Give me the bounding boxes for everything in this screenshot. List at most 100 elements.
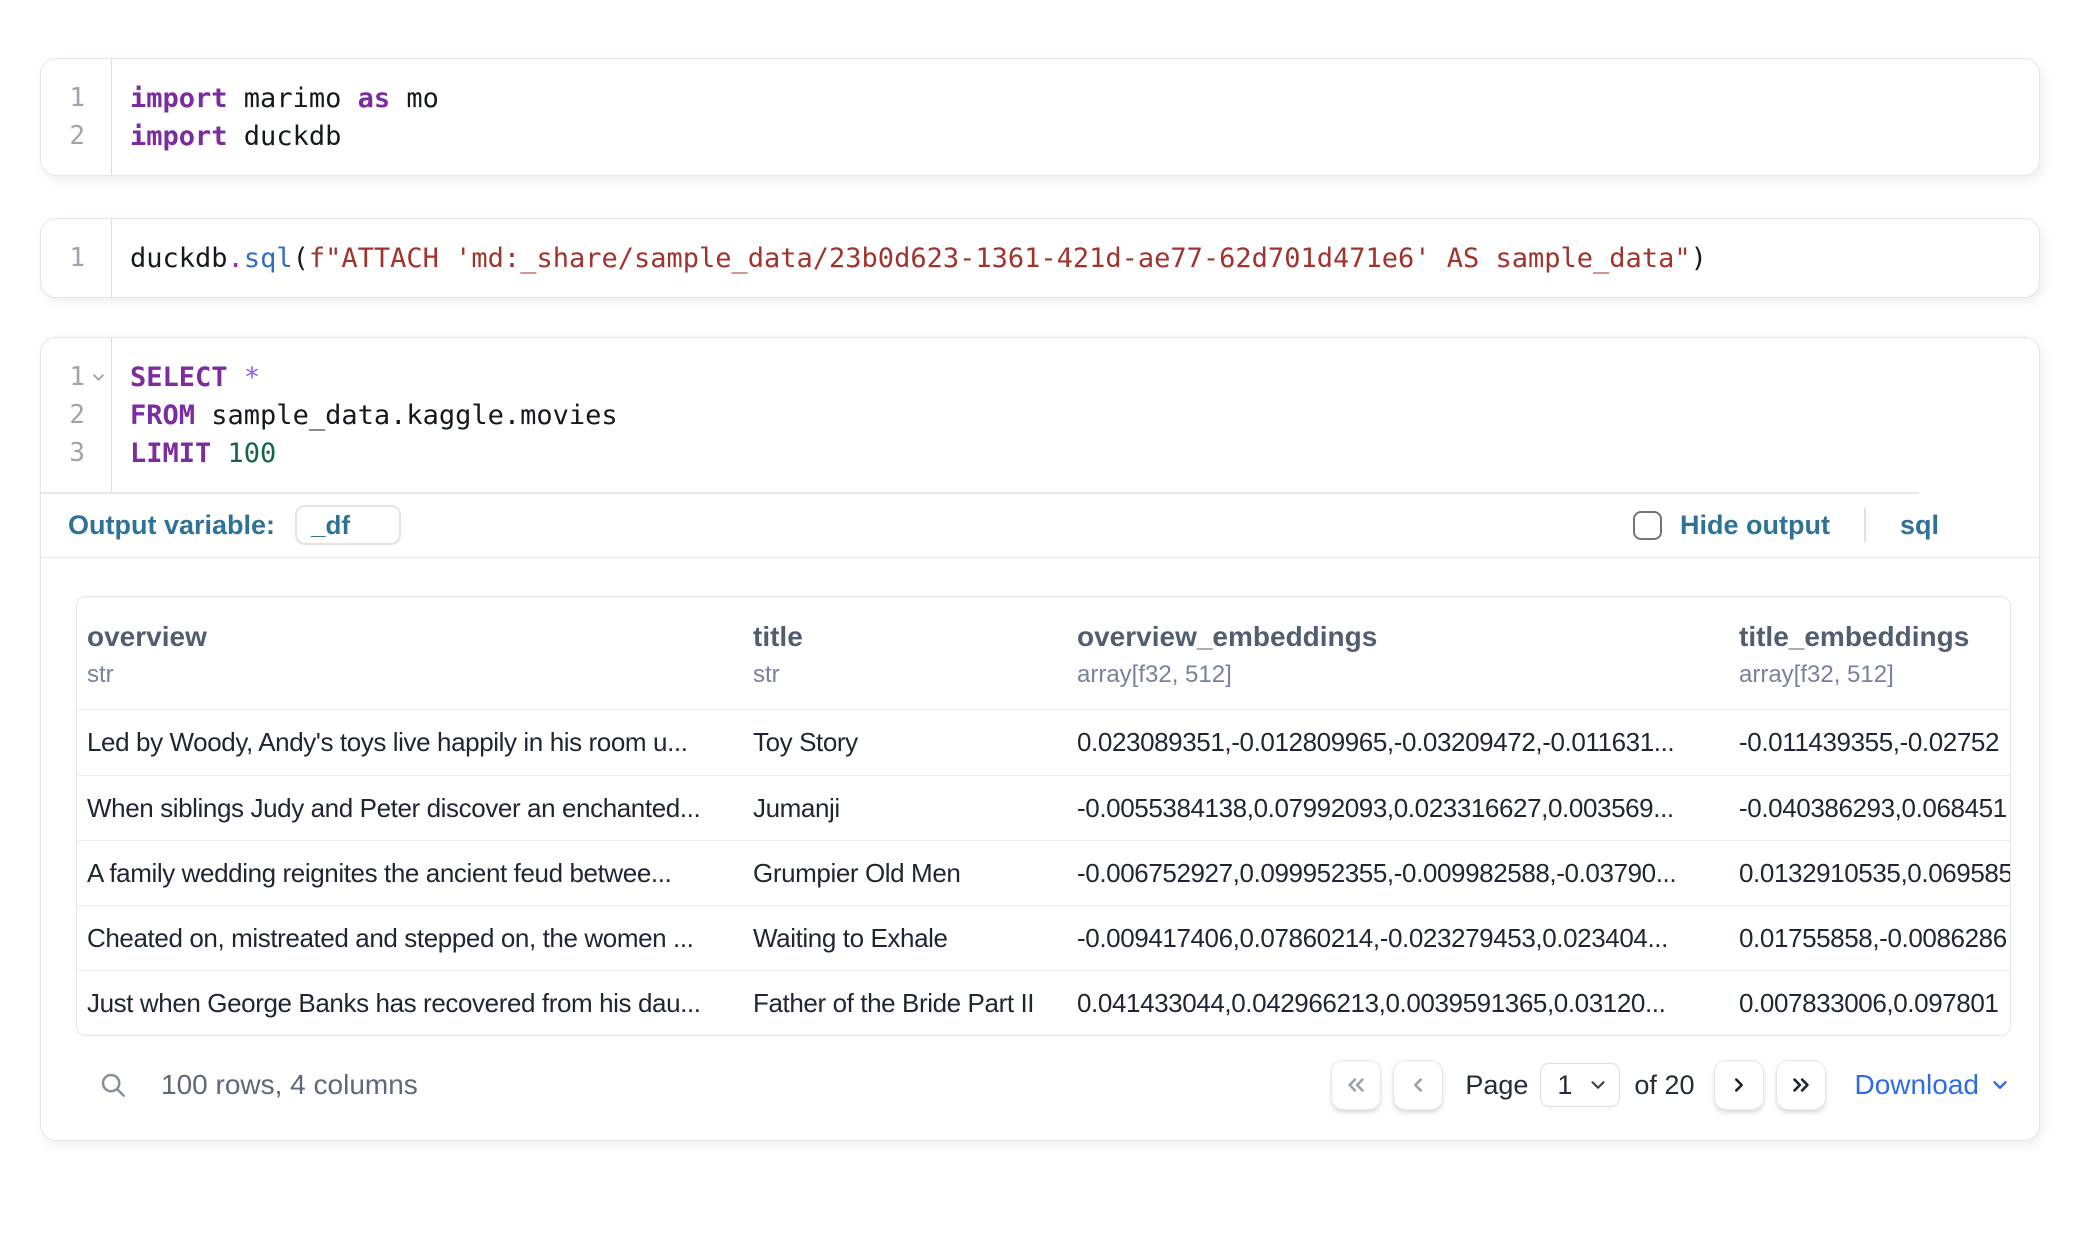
table-cell: -0.040386293,0.068451 [1729,776,2010,840]
divider [1864,508,1866,542]
table-cell: -0.0055384138,0.07992093,0.023316627,0.0… [1067,776,1729,840]
code-lines: import marimo as moimport duckdb [112,59,2039,175]
table-cell: Grumpier Old Men [743,841,1067,905]
notebook-cell-attach: 1 duckdb.sql(f"ATTACH 'md:_share/sample_d… [40,218,2040,298]
code-line: LIMIT 100 [130,434,2039,472]
code-token: import [130,121,228,152]
search-icon[interactable] [93,1065,133,1105]
code-lines: SELECT *FROM sample_data.kaggle.moviesLI… [112,338,2039,492]
chevrons-left-icon [1343,1072,1369,1098]
table-cell: A family wedding reignites the ancient f… [77,841,743,905]
code-token [211,438,227,469]
line-number-gutter: 12 [41,59,112,175]
table-row[interactable]: Cheated on, mistreated and stepped on, t… [77,905,2010,970]
code-token: 100 [228,438,277,469]
column-dtype: array[f32, 512] [1077,661,1729,689]
fold-chevron-icon[interactable] [85,369,111,386]
first-page-button[interactable] [1331,1060,1381,1110]
table-cell: When siblings Judy and Peter discover an… [77,776,743,840]
download-button[interactable]: Download [1854,1069,2011,1101]
code-token: f [309,243,325,274]
column-header-title[interactable]: title str [743,619,1067,689]
output-variable-label: Output variable: [68,510,275,541]
chevron-left-icon [1405,1072,1431,1098]
code-editor-attach[interactable]: 1 duckdb.sql(f"ATTACH 'md:_share/sample_d… [41,219,2039,297]
table-cell: Toy Story [743,710,1067,775]
download-label: Download [1854,1069,1979,1101]
code-token: FROM [130,400,195,431]
code-editor-sql[interactable]: 123SELECT *FROM sample_data.kaggle.movie… [41,338,2039,492]
table-cell: 0.01755858,-0.0086286 [1729,906,2010,970]
line-number: 1 [41,243,85,273]
table-cell: 0.007833006,0.097801 [1729,971,2010,1035]
line-number-gutter: 123 [41,338,112,492]
column-dtype: str [753,661,1067,689]
table-row[interactable]: A family wedding reignites the ancient f… [77,840,2010,905]
line-number: 1 [41,83,85,113]
table-body: Led by Woody, Andy's toys live happily i… [77,710,2010,1035]
code-token: mo [390,83,439,114]
code-token [228,362,244,393]
column-name: title [753,619,1067,655]
code-token: * [244,362,260,393]
next-page-button[interactable] [1714,1060,1764,1110]
column-name: overview_embeddings [1077,619,1729,655]
code-token: . [228,243,244,274]
row-count-status: 100 rows, 4 columns [161,1069,418,1101]
column-header-title_embeddings[interactable]: title_embeddingsarray[f32, 512] [1729,619,2010,689]
table-cell: Father of the Bride Part II [743,971,1067,1035]
code-token: ( [293,243,309,274]
chevron-down-icon [1587,1074,1609,1096]
page-select[interactable]: 1 [1540,1063,1620,1107]
code-line: import duckdb [130,117,2039,155]
table-header-row: overview str title str overview_embeddingsar… [77,597,2010,710]
table-cell: 0.023089351,-0.012809965,-0.03209472,-0.… [1067,710,1729,775]
code-token: ) [1691,243,1707,274]
output-variable-input[interactable] [295,505,401,545]
column-header-overview[interactable]: overview str [77,619,743,689]
table-cell: Jumanji [743,776,1067,840]
code-token: duckdb [228,121,342,152]
table-row[interactable]: When siblings Judy and Peter discover an… [77,775,2010,840]
code-token: "ATTACH 'md:_share/sample_data/23b0d623-… [325,243,1690,274]
language-button-sql[interactable]: sql [1900,510,1939,541]
dataframe-table: overview str title str overview_embeddingsar… [76,596,2011,1036]
hide-output-checkbox[interactable] [1633,511,1662,540]
page-total-label: of 20 [1634,1070,1694,1101]
code-token: marimo [228,83,358,114]
hide-output-label[interactable]: Hide output [1680,510,1830,541]
column-name: overview [87,619,743,655]
table-cell: Waiting to Exhale [743,906,1067,970]
table-cell: 0.041433044,0.042966213,0.0039591365,0.0… [1067,971,1729,1035]
code-editor-imports[interactable]: 12import marimo as moimport duckdb [41,59,2039,175]
previous-page-button[interactable] [1393,1060,1443,1110]
code-token: SELECT [130,362,228,393]
code-token: sample_data.kaggle.movies [195,400,618,431]
cell-output-area: overview str title str overview_embeddingsar… [41,558,2039,1140]
code-line: FROM sample_data.kaggle.movies [130,396,2039,434]
table-row[interactable]: Led by Woody, Andy's toys live happily i… [77,710,2010,775]
table-cell: -0.009417406,0.07860214,-0.023279453,0.0… [1067,906,1729,970]
table-cell: -0.011439355,-0.02752 [1729,710,2010,775]
notebook-cell-sql-query: 123SELECT *FROM sample_data.kaggle.movie… [40,337,2040,1141]
column-header-overview_embeddings[interactable]: overview_embeddings array[f32, 512] [1067,619,1729,689]
line-number: 2 [41,121,85,151]
code-token: sql [244,243,293,274]
line-number: 1 [41,362,85,392]
code-lines: duckdb.sql(f"ATTACH 'md:_share/sample_da… [112,219,2039,297]
page-select-value: 1 [1557,1070,1587,1101]
line-number: 3 [41,438,85,468]
line-number-gutter: 1 [41,219,112,297]
chevrons-right-icon [1788,1072,1814,1098]
code-line: import marimo as mo [130,79,2039,117]
table-row[interactable]: Just when George Banks has recovered fro… [77,970,2010,1035]
last-page-button[interactable] [1776,1060,1826,1110]
table-footer: 100 rows, 4 columns Page 1 of 20 [76,1058,2011,1112]
table-cell: Cheated on, mistreated and stepped on, t… [77,906,743,970]
chevron-right-icon [1726,1072,1752,1098]
sql-cell-toolbar: Output variable: Hide output sql [41,494,2039,557]
column-name: title_embeddings [1739,619,2010,655]
column-dtype: str [87,661,743,689]
table-cell: Just when George Banks has recovered fro… [77,971,743,1035]
code-line: duckdb.sql(f"ATTACH 'md:_share/sample_da… [130,239,2039,277]
